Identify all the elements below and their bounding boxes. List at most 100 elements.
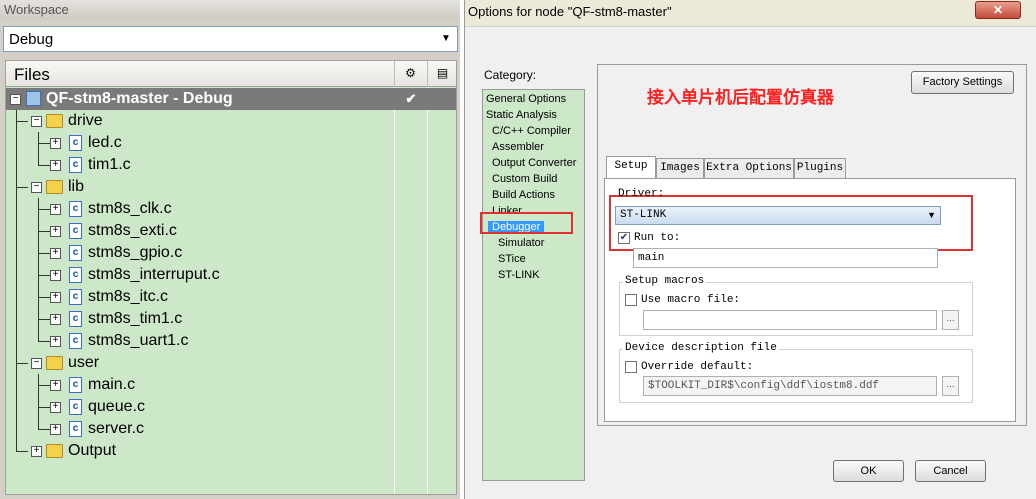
file-tree: − QF-stm8-master - Debug ✔ − drive + c l…: [5, 87, 457, 495]
tree-label: user: [68, 354, 100, 371]
tree-row-file[interactable]: + c stm8s_uart1.c: [6, 330, 456, 352]
tree-row-folder[interactable]: − drive: [6, 110, 456, 132]
expand-icon[interactable]: +: [50, 204, 61, 215]
expand-icon[interactable]: +: [50, 292, 61, 303]
configuration-select[interactable]: Debug ▼: [3, 26, 458, 52]
tree-row-project[interactable]: − QF-stm8-master - Debug ✔: [6, 88, 456, 110]
expand-icon[interactable]: +: [50, 336, 61, 347]
category-item[interactable]: Simulator: [498, 237, 544, 249]
tree-label: stm8s_exti.c: [88, 222, 177, 239]
c-file-icon: c: [69, 311, 82, 327]
override-value: $TOOLKIT_DIR$\config\ddf\iostm8.ddf: [648, 380, 880, 392]
tree-row-file[interactable]: + c stm8s_exti.c: [6, 220, 456, 242]
tab-images[interactable]: Images: [656, 158, 704, 178]
category-item[interactable]: Output Converter: [492, 157, 576, 169]
annotation-text: 接入单片机后配置仿真器: [647, 88, 834, 108]
c-file-icon: c: [69, 157, 82, 173]
tab-setup[interactable]: Setup: [606, 156, 656, 178]
folder-icon: [46, 180, 63, 194]
tree-label: stm8s_clk.c: [88, 200, 172, 217]
collapse-icon[interactable]: −: [31, 116, 42, 127]
expand-icon[interactable]: +: [50, 248, 61, 259]
tree-label: QF-stm8-master - Debug: [46, 90, 233, 107]
category-item[interactable]: Assembler: [492, 141, 544, 153]
browse-ddf-button[interactable]: ...: [942, 376, 959, 396]
tree-row-file[interactable]: + c stm8s_interruput.c: [6, 264, 456, 286]
driver-select[interactable]: ST-LINK ▼: [615, 206, 941, 225]
files-header: Files ⚙ ▤: [5, 60, 457, 87]
category-item[interactable]: Custom Build: [492, 173, 557, 185]
compile-icon[interactable]: ▤: [427, 61, 457, 86]
category-item[interactable]: STice: [498, 253, 526, 265]
tree-row-file[interactable]: + c led.c: [6, 132, 456, 154]
chevron-down-icon[interactable]: ▼: [439, 32, 453, 46]
expand-icon[interactable]: +: [31, 446, 42, 457]
expand-icon[interactable]: +: [50, 424, 61, 435]
tree-row-folder[interactable]: + Output: [6, 440, 456, 462]
override-label: Override default:: [641, 361, 754, 373]
options-dialog: Options for node "QF-stm8-master" ✕ Cate…: [464, 0, 1036, 499]
factory-settings-button[interactable]: Factory Settings: [911, 71, 1014, 94]
ok-button[interactable]: OK: [833, 460, 904, 482]
tree-label: tim1.c: [88, 156, 131, 173]
tree-row-file[interactable]: + c server.c: [6, 418, 456, 440]
collapse-icon[interactable]: −: [31, 182, 42, 193]
options-panel: Factory Settings 接入单片机后配置仿真器 Setup Image…: [597, 64, 1027, 426]
workspace-title: Workspace: [0, 0, 460, 20]
tree-row-file[interactable]: + c tim1.c: [6, 154, 456, 176]
run-to-value: main: [638, 252, 665, 264]
c-file-icon: c: [69, 267, 82, 283]
c-file-icon: c: [69, 289, 82, 305]
expand-icon[interactable]: +: [50, 380, 61, 391]
tree-row-file[interactable]: + c stm8s_tim1.c: [6, 308, 456, 330]
tree-row-file[interactable]: + c stm8s_itc.c: [6, 286, 456, 308]
tree-row-folder[interactable]: − user: [6, 352, 456, 374]
expand-icon[interactable]: +: [50, 226, 61, 237]
run-to-input[interactable]: main: [633, 248, 938, 268]
tree-label: stm8s_interruput.c: [88, 266, 220, 283]
use-macro-checkbox[interactable]: [625, 294, 637, 306]
tree-row-file[interactable]: + c main.c: [6, 374, 456, 396]
expand-icon[interactable]: +: [50, 402, 61, 413]
c-file-icon: c: [69, 333, 82, 349]
tree-row-file[interactable]: + c stm8s_gpio.c: [6, 242, 456, 264]
tree-label: main.c: [88, 376, 136, 393]
category-item[interactable]: Build Actions: [492, 189, 555, 201]
c-file-icon: c: [69, 399, 82, 415]
collapse-icon[interactable]: −: [10, 94, 21, 105]
expand-icon[interactable]: +: [50, 138, 61, 149]
tree-label: queue.c: [88, 398, 145, 415]
expand-icon[interactable]: +: [50, 270, 61, 281]
tree-label: Output: [68, 442, 117, 459]
category-label: Category:: [484, 68, 537, 82]
collapse-icon[interactable]: −: [31, 358, 42, 369]
tree-row-file[interactable]: + c stm8s_clk.c: [6, 198, 456, 220]
tree-label: stm8s_gpio.c: [88, 244, 183, 261]
folder-icon: [46, 356, 63, 370]
tree-row-folder[interactable]: − lib: [6, 176, 456, 198]
dialog-body: Category: General Options Static Analysi…: [465, 26, 1036, 499]
macro-file-input[interactable]: [643, 310, 937, 330]
category-item[interactable]: Static Analysis: [486, 109, 557, 121]
tree-label: led.c: [88, 134, 122, 151]
tab-plugins[interactable]: Plugins: [794, 158, 846, 178]
run-to-checkbox[interactable]: ✔: [618, 232, 630, 244]
configuration-value: Debug: [9, 31, 54, 48]
driver-label: Driver:: [618, 188, 665, 200]
options-icon[interactable]: ⚙: [394, 61, 426, 86]
files-header-label: Files: [14, 65, 50, 84]
close-button[interactable]: ✕: [975, 1, 1021, 19]
category-item[interactable]: General Options: [486, 93, 566, 105]
tab-extra-options[interactable]: Extra Options: [704, 158, 794, 178]
category-item[interactable]: ST-LINK: [498, 269, 540, 281]
override-checkbox[interactable]: [625, 361, 637, 373]
expand-icon[interactable]: +: [50, 160, 61, 171]
override-input[interactable]: $TOOLKIT_DIR$\config\ddf\iostm8.ddf: [643, 376, 937, 396]
expand-icon[interactable]: +: [50, 314, 61, 325]
tree-row-file[interactable]: + c queue.c: [6, 396, 456, 418]
browse-macro-button[interactable]: ...: [942, 310, 959, 330]
category-item[interactable]: C/C++ Compiler: [492, 125, 571, 137]
cancel-button[interactable]: Cancel: [915, 460, 986, 482]
tree-label: stm8s_tim1.c: [88, 310, 183, 327]
chevron-down-icon[interactable]: ▼: [927, 210, 936, 220]
